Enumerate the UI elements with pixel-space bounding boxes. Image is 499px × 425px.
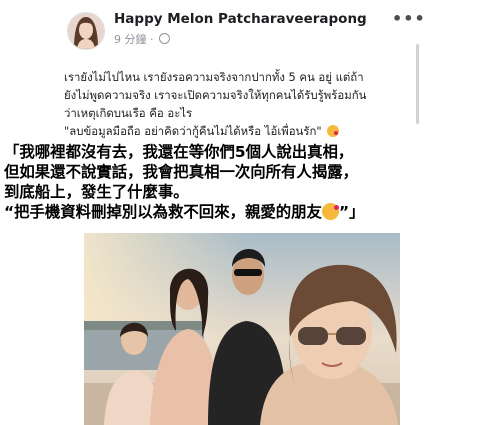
post-caption: เรายังไม่ไปไหน เรายังรอความจริงจากปากทั้…	[64, 68, 414, 140]
author-name[interactable]: Happy Melon Patcharaveerapong	[114, 11, 367, 27]
scrollbar[interactable]	[416, 44, 419, 124]
translation-line: 「我哪裡都沒有去，我還在等你們5個人說出真相，	[4, 143, 354, 161]
post-photo[interactable]	[84, 233, 400, 425]
translation-line: 到底船上，發生了什麼事。	[4, 183, 189, 201]
caption-quote: "ลบข้อมูลมือถือ อย่าคิดว่ากู้คืนไม่ได้หร…	[64, 124, 322, 138]
more-options-button[interactable]: •••	[392, 9, 426, 28]
translation-line-last: “把手機資料刪掉別以為救不回來，親愛的朋友 ”」	[4, 202, 499, 222]
author-avatar[interactable]	[67, 12, 105, 50]
caption-line: ว่าเหตุเกิดบนเรือ คือ อะไร	[64, 106, 193, 120]
kiss-emoji-icon	[321, 203, 339, 220]
winking-kiss-emoji-icon	[327, 125, 340, 137]
post-timestamp[interactable]: 9 分鐘	[114, 33, 147, 46]
caption-line-last: "ลบข้อมูลมือถือ อย่าคิดว่ากู้คืนไม่ได้หร…	[64, 122, 414, 140]
translation-quote-end: ”」	[338, 203, 365, 221]
translation-quote: “把手機資料刪掉別以為救不回來，親愛的朋友	[4, 203, 322, 221]
globe-icon	[159, 33, 170, 44]
post-meta: 9 分鐘 ·	[114, 31, 170, 47]
facebook-post: Happy Melon Patcharaveerapong 9 分鐘 · •••…	[0, 0, 499, 425]
chinese-translation: 「我哪裡都沒有去，我還在等你們5個人說出真相， 但如果還不說實話，我會把真相一次…	[4, 142, 499, 222]
caption-line: เรายังไม่ไปไหน เรายังรอความจริงจากปากทั้…	[64, 70, 364, 84]
translation-line: 但如果還不說實話，我會把真相一次向所有人揭露，	[4, 163, 358, 181]
caption-line: ยังไม่พูดความจริง เราจะเปิดความจริงให้ทุ…	[64, 88, 367, 102]
